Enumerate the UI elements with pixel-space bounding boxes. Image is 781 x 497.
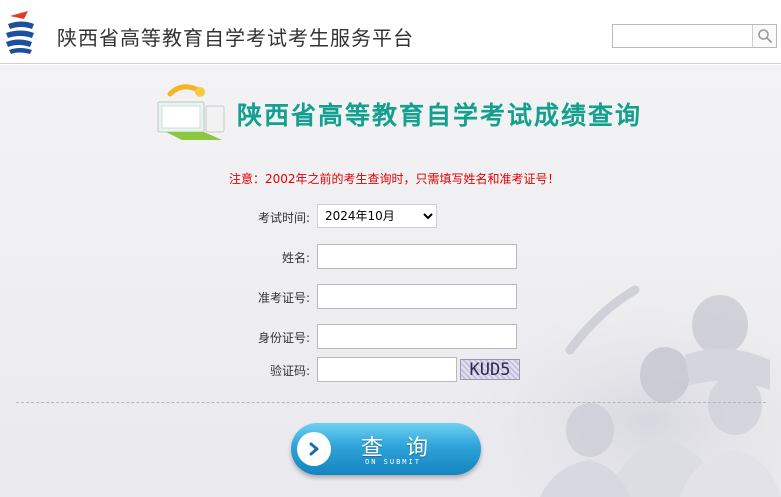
chevron-right-icon [309,442,319,456]
exam-time-label: 考试时间: [257,211,310,225]
name-input[interactable] [317,244,517,269]
ticket-no-row: 准考证号: [0,284,781,310]
search-button[interactable] [752,25,776,47]
name-row: 姓名: [0,244,781,270]
captcha-row: 验证码: KUD5 [0,357,781,383]
submit-sublabel: ON SUBMIT [365,458,421,466]
search-input[interactable] [613,25,752,47]
captcha-label: 验证码: [269,364,310,378]
notice-text: 注意：2002年之前的考生查询时，只需填写姓名和准考证号！ [229,172,560,186]
logo-icon [6,11,34,54]
submit-button[interactable]: 查 询 ON SUBMIT [291,423,481,475]
id-no-input[interactable] [317,324,517,349]
id-no-row: 身份证号: [0,324,781,350]
exam-time-select[interactable]: 2024年10月 [317,204,437,228]
students-photo [450,280,781,497]
header-bar: 陕西省高等教育自学考试考生服务平台 [0,0,781,64]
site-title: 陕西省高等教育自学考试考生服务平台 [57,26,414,50]
page-title: 陕西省高等教育自学考试成绩查询 [237,101,643,130]
computer-illustration [157,84,225,140]
search-icon [757,29,772,44]
captcha-input[interactable] [317,357,457,382]
search-box [612,24,777,48]
divider [16,402,766,403]
exam-time-row: 考试时间: 2024年10月 [0,204,781,230]
main-panel: 陕西省高等教育自学考试成绩查询 注意：2002年之前的考生查询时，只需填写姓名和… [0,65,781,497]
id-no-label: 身份证号: [257,331,310,345]
captcha-image[interactable]: KUD5 [460,359,520,380]
name-label: 姓名: [281,251,310,265]
ticket-no-input[interactable] [317,284,517,309]
ticket-no-label: 准考证号: [257,291,310,305]
submit-arrow-circle [297,432,331,466]
